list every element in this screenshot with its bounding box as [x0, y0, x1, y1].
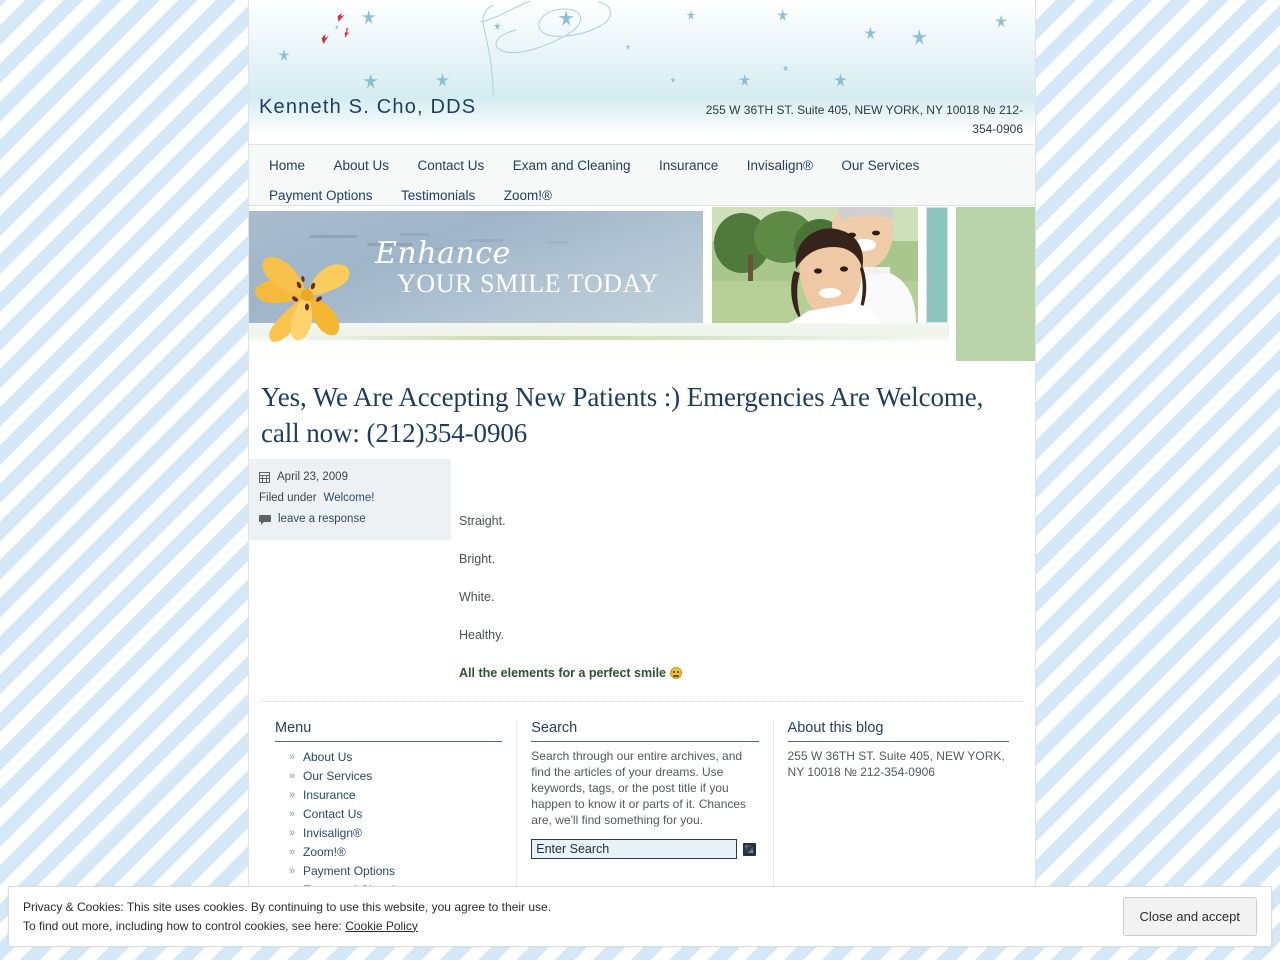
- nav-item-exam-and-cleaning[interactable]: Exam and Cleaning: [501, 151, 643, 181]
- list-item[interactable]: » Invisalign®: [289, 824, 502, 843]
- nav-item-insurance[interactable]: Insurance: [647, 151, 730, 181]
- post-paragraph: Bright.: [459, 552, 496, 566]
- widget-menu-heading: Menu: [275, 720, 503, 742]
- cookie-policy-link[interactable]: Cookie Policy: [345, 919, 418, 933]
- nav-item-our-services[interactable]: Our Services: [829, 151, 931, 181]
- widget-menu-link-about-us[interactable]: About Us: [303, 750, 352, 764]
- list-item[interactable]: » Payment Options: [289, 862, 502, 881]
- post-paragraph: Healthy.: [459, 628, 504, 642]
- banner-teal-strip: [926, 207, 948, 323]
- filed-under-label: Filed under: [259, 492, 317, 504]
- lily-flower-icon: [254, 257, 350, 342]
- chevron-right-icon: »: [289, 770, 296, 782]
- post-category-link[interactable]: Welcome!: [324, 488, 375, 509]
- cookie-line-2-prefix: To find out more, including how to contr…: [23, 918, 342, 933]
- post-paragraph: White.: [459, 590, 495, 604]
- widget-about-heading: About this blog: [787, 720, 1010, 742]
- widget-search: Search Search through our entire archive…: [516, 720, 774, 893]
- chevron-right-icon: »: [289, 808, 296, 820]
- search-input[interactable]: [531, 839, 738, 859]
- chevron-right-icon: »: [289, 751, 296, 763]
- page-wrapper: Kenneth S. Cho, DDS 255 W 36TH ST. Suite…: [248, 0, 1036, 893]
- cookie-line-1: Privacy & Cookies: This site uses cookie…: [23, 899, 552, 914]
- calendar-icon: [259, 472, 270, 483]
- widget-menu-link-payment-options[interactable]: Payment Options: [303, 864, 395, 878]
- nav-link-exam-and-cleaning[interactable]: Exam and Cleaning: [501, 151, 643, 181]
- chevron-right-icon: »: [289, 865, 296, 877]
- post-title[interactable]: Yes, We Are Accepting New Patients :) Em…: [261, 379, 1023, 451]
- close-and-accept-button[interactable]: Close and accept: [1122, 897, 1257, 936]
- cookie-consent-banner: Privacy & Cookies: This site uses cookie…: [8, 886, 1272, 947]
- header-decoration: [277, 0, 1008, 96]
- list-item[interactable]: » About Us: [289, 748, 502, 767]
- widget-menu-link-our-services[interactable]: Our Services: [303, 769, 372, 783]
- cookie-line-2: To find out more, including how to contr…: [23, 917, 1123, 936]
- site-description: 255 W 36TH ST. Suite 405, NEW YORK, NY 1…: [705, 103, 1023, 136]
- main-navigation: Home About Us Contact Us Exam and Cleani…: [249, 144, 1035, 206]
- footer-widgets: Menu » About Us » Our Services » Insurance …: [261, 702, 1023, 893]
- nav-list: Home About Us Contact Us Exam and Cleani…: [249, 151, 1035, 211]
- widget-search-heading: Search: [531, 720, 759, 742]
- widget-menu-link-contact-us[interactable]: Contact Us: [303, 807, 362, 821]
- site-title[interactable]: Kenneth S. Cho, DDS: [259, 96, 476, 119]
- post-body: April 23, 2009 Filed under Welcome! leav…: [249, 451, 1023, 681]
- nav-link-insurance[interactable]: Insurance: [647, 151, 730, 181]
- post-date-row: April 23, 2009: [259, 467, 441, 488]
- main-content: Yes, We Are Accepting New Patients :) Em…: [249, 379, 1035, 893]
- list-item[interactable]: » Insurance: [289, 786, 502, 805]
- leave-response-link[interactable]: leave a response: [278, 509, 366, 530]
- widget-about: About this blog 255 W 36TH ST. Suite 405…: [774, 720, 1023, 893]
- nav-item-home[interactable]: Home: [257, 151, 317, 181]
- nav-link-home[interactable]: Home: [257, 151, 317, 181]
- search-submit-icon[interactable]: [743, 842, 757, 856]
- post-meta: April 23, 2009 Filed under Welcome! leav…: [249, 459, 451, 540]
- widget-menu-link-invisalign[interactable]: Invisalign®: [303, 826, 362, 840]
- widget-about-text: 255 W 36TH ST. Suite 405, NEW YORK, NY 1…: [787, 749, 1005, 779]
- smiley-icon: [669, 667, 682, 679]
- chevron-right-icon: »: [289, 846, 296, 858]
- widget-menu: Menu » About Us » Our Services » Insurance …: [261, 720, 516, 893]
- banner-script-text: Enhance: [375, 236, 511, 271]
- post-paragraph: Straight.: [459, 514, 506, 528]
- banner-couple-photo[interactable]: [712, 207, 918, 323]
- cookie-text: Privacy & Cookies: This site uses cookie…: [23, 898, 1123, 936]
- nav-item-contact-us[interactable]: Contact Us: [405, 151, 496, 181]
- nav-item-invisalign[interactable]: Invisalign®: [735, 151, 825, 181]
- widget-menu-link-insurance[interactable]: Insurance: [303, 788, 356, 802]
- banner-caps-text: YOUR SMILE TODAY: [397, 269, 659, 298]
- nav-item-about-us[interactable]: About Us: [321, 151, 401, 181]
- nav-link-about-us[interactable]: About Us: [321, 151, 401, 181]
- promo-banner: Enhance YOUR SMILE TODAY: [249, 206, 1035, 361]
- nav-link-invisalign[interactable]: Invisalign®: [735, 151, 825, 181]
- widget-menu-list: » About Us » Our Services » Insurance » Cont…: [275, 748, 502, 893]
- nav-link-our-services[interactable]: Our Services: [829, 151, 931, 181]
- chevron-right-icon: »: [289, 827, 296, 839]
- post-entry: Straight. Bright. White. Healthy. All th…: [459, 451, 1023, 681]
- list-item[interactable]: » Our Services: [289, 767, 502, 786]
- search-form: [531, 839, 758, 859]
- widget-menu-link-zoom[interactable]: Zoom!®: [303, 845, 346, 859]
- chevron-right-icon: »: [289, 789, 296, 801]
- post-comments-row: leave a response: [259, 509, 441, 530]
- speech-bubble-icon: [259, 514, 271, 525]
- list-item[interactable]: » Contact Us: [289, 805, 502, 824]
- site-header: Kenneth S. Cho, DDS 255 W 36TH ST. Suite…: [249, 0, 1035, 144]
- list-item[interactable]: » Zoom!®: [289, 843, 502, 862]
- banner-green-block: [956, 207, 1035, 361]
- widget-search-description: Search through our entire archives, and …: [531, 749, 747, 827]
- post-date: April 23, 2009: [277, 471, 348, 483]
- post-tagline-row: All the elements for a perfect smile: [459, 665, 1023, 681]
- nav-link-contact-us[interactable]: Contact Us: [405, 151, 496, 181]
- post-tagline: All the elements for a perfect smile: [459, 666, 667, 680]
- post-category-row: Filed under Welcome!: [259, 488, 441, 509]
